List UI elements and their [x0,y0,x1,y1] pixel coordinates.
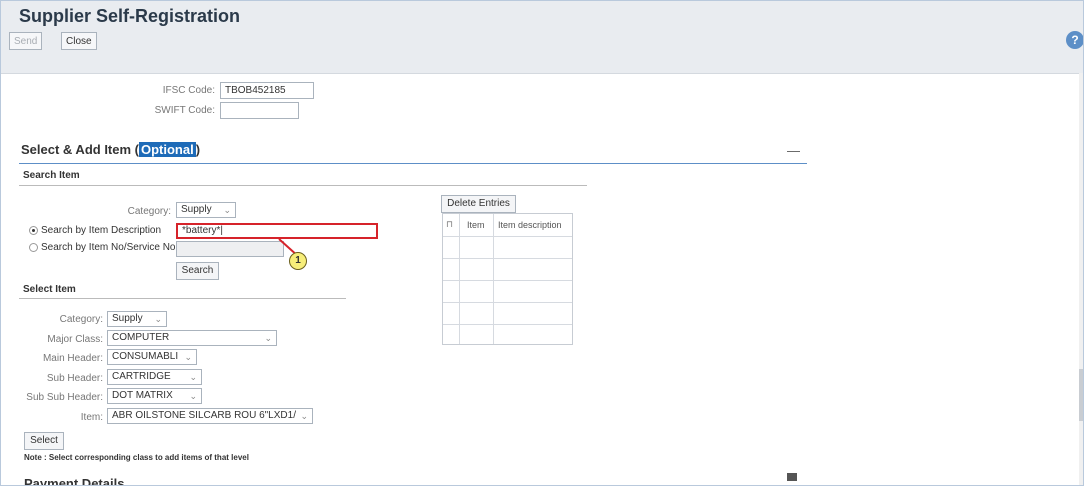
search-by-desc-label: Search by Item Description [41,225,162,236]
table-row-divider [443,236,572,237]
app-window: Supplier Self-Registration Send Close ? … [0,0,1084,486]
col-item-description: Item description [498,220,562,230]
search-by-no-label: Search by Item No/Service No [41,242,176,253]
table-row-divider [443,302,572,303]
section-title: Select & Add Item (Optional) [21,142,200,157]
chevron-down-icon: ⌄ [264,333,272,343]
category-value: Supply [112,313,143,324]
search-item-title: Search Item [23,170,80,181]
item-value: ABR OILSTONE SILCARB ROU 6"LXD1/ [112,410,296,421]
help-icon[interactable]: ? [1066,31,1083,49]
major-class-select[interactable]: COMPUTER ⌄ [107,330,277,346]
sub-sub-header-value: DOT MATRIX [112,390,173,401]
item-select[interactable]: ABR OILSTONE SILCARB ROU 6"LXD1/ ⌄ [107,408,313,424]
sub-header-select[interactable]: CARTRIDGE ⌄ [107,369,202,385]
select-item-title: Select Item [23,284,76,295]
delete-entries-button[interactable]: Delete Entries [441,195,516,213]
section-title-text: Select & Add Item ( [21,142,139,157]
search-item-divider [19,185,587,186]
search-category-select[interactable]: Supply ⌄ [176,202,236,218]
col-item: Item [467,220,485,230]
page-title: Supplier Self-Registration [19,6,241,26]
major-class-label: Major Class: [47,334,103,345]
chevron-down-icon: ⌄ [154,314,162,324]
chevron-down-icon: ⌄ [300,411,308,421]
swift-input[interactable] [220,102,299,119]
search-category-label: Category: [127,206,171,217]
chevron-down-icon: ⌄ [184,352,192,362]
swift-label: SWIFT Code: [154,105,215,116]
main-header-select[interactable]: CONSUMABLI ⌄ [107,349,197,365]
chevron-down-icon: ⌄ [223,205,231,215]
ifsc-input[interactable]: TBOB452185 [220,82,314,99]
optional-highlight: Optional [138,142,196,157]
search-no-input[interactable] [176,241,284,257]
window-header: Supplier Self-Registration Send Close ? [1,1,1083,74]
chevron-down-icon: ⌄ [189,391,197,401]
expand-icon[interactable] [787,473,797,481]
table-row-divider [443,324,572,325]
table-row-divider [443,258,572,259]
major-class-value: COMPUTER [112,332,170,343]
collapse-icon[interactable]: — [787,143,800,158]
select-item-divider [19,298,346,299]
sub-header-value: CARTRIDGE [112,371,171,382]
scrollbar-thumb[interactable] [1079,369,1083,421]
main-header-label: Main Header: [42,353,103,364]
callout-badge: 1 [289,252,307,270]
section-divider [19,163,807,164]
entries-table: ⊓ Item Item description [442,213,573,345]
sub-header-label: Sub Header: [46,373,103,384]
search-by-desc-radio[interactable] [29,226,38,235]
sub-sub-header-label: Sub Sub Header: [26,392,103,403]
chevron-down-icon: ⌄ [189,372,197,382]
send-button[interactable]: Send [9,32,43,50]
select-button[interactable]: Select [24,432,64,450]
select-all-icon[interactable]: ⊓ [446,219,453,230]
category-select[interactable]: Supply ⌄ [107,311,167,327]
search-by-no-radio[interactable] [29,243,38,252]
section-title-paren: ) [195,142,201,157]
sub-sub-header-select[interactable]: DOT MATRIX ⌄ [107,388,202,404]
table-row-divider [443,280,572,281]
select-note: Note : Select corresponding class to add… [24,453,249,462]
main-header-value: CONSUMABLI [112,351,179,362]
item-label: Item: [80,412,103,423]
close-button[interactable]: Close [61,32,97,50]
category-label: Category: [59,314,103,325]
ifsc-label: IFSC Code: [162,85,215,96]
search-category-value: Supply [181,204,212,215]
vertical-scrollbar[interactable] [1079,73,1083,485]
payment-details-title: Payment Details [24,476,125,486]
search-button[interactable]: Search [176,262,219,280]
